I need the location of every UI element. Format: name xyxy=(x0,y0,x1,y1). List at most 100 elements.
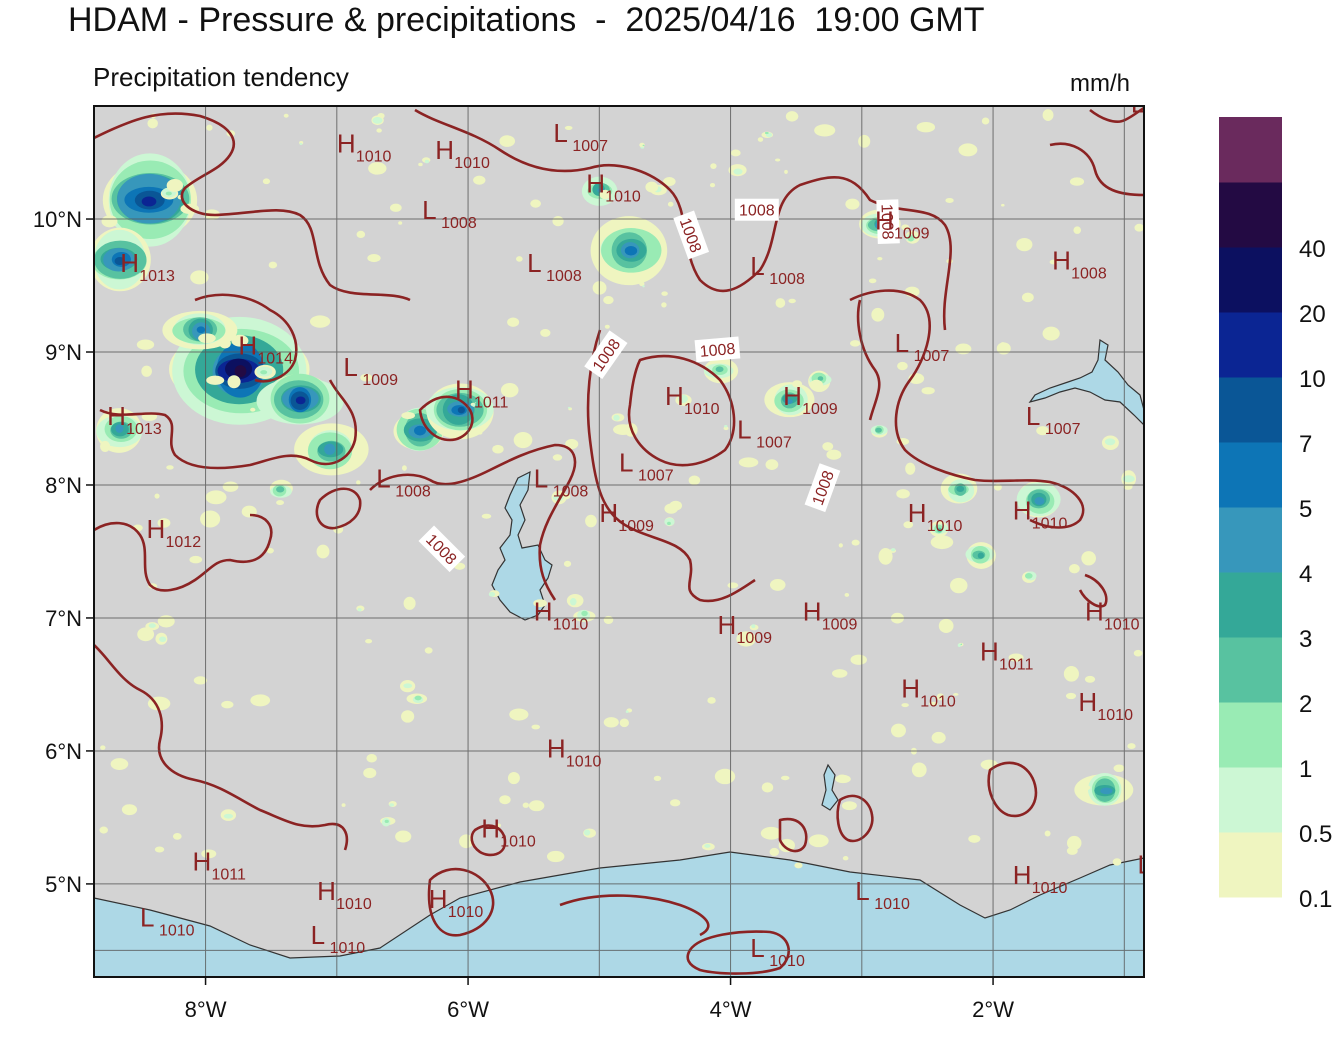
precip-cell xyxy=(1065,692,1077,700)
pressure-system-letter: L xyxy=(737,414,751,444)
pressure-system-letter: L xyxy=(553,118,567,148)
precip-cell xyxy=(540,328,551,337)
precip-cell xyxy=(363,767,377,779)
precip-cell xyxy=(603,296,614,305)
precip-cell xyxy=(1024,573,1033,579)
pressure-system-value: 1010 xyxy=(874,896,910,913)
pressure-system-value: 1010 xyxy=(1032,516,1068,533)
precip-cell xyxy=(653,775,662,782)
precip-cell xyxy=(1084,675,1096,683)
pressure-system-letter: L xyxy=(855,876,869,906)
precip-cell xyxy=(1016,237,1033,252)
precip-cell xyxy=(751,624,756,629)
precip-cell xyxy=(100,440,111,453)
precip-cell xyxy=(546,850,565,863)
pressure-system-letter: L xyxy=(376,464,390,494)
pressure-system-letter: H xyxy=(147,514,166,544)
precip-cell xyxy=(761,782,774,793)
precip-cell xyxy=(845,198,860,210)
precip-cell xyxy=(642,144,645,147)
precip-cell xyxy=(196,326,206,334)
precip-cell xyxy=(916,122,936,133)
pressure-system-letter: H xyxy=(481,813,500,843)
pressure-system-value: 1010 xyxy=(769,953,805,970)
lon-tick-label: 2°W xyxy=(972,997,1014,1022)
pressure-system-value: 1007 xyxy=(1045,421,1081,438)
precip-cell xyxy=(724,425,728,428)
precip-cell xyxy=(784,169,788,174)
isobar-label-text: 1008 xyxy=(739,203,775,220)
precip-cell xyxy=(764,131,769,135)
pressure-system-letter: H xyxy=(337,129,356,159)
precip-cell xyxy=(844,592,850,597)
precip-cell xyxy=(905,462,916,475)
precip-cell xyxy=(727,582,739,589)
precip-cell xyxy=(780,775,790,781)
lon-tick-label: 4°W xyxy=(710,997,752,1022)
precip-cell xyxy=(709,182,716,188)
colorbar-label: 10 xyxy=(1299,366,1326,393)
pressure-system-value: 1010 xyxy=(356,149,392,166)
pressure-system-letter: H xyxy=(1085,597,1104,627)
pressure-system-value: 1008 xyxy=(395,484,431,501)
precip-cell xyxy=(100,745,106,750)
pressure-system-letter: H xyxy=(586,168,605,198)
precip-cell xyxy=(530,199,541,208)
pressure-system-value: 1010 xyxy=(448,904,484,921)
precip-cell xyxy=(604,324,610,329)
precip-cell xyxy=(367,254,381,263)
pressure-system-value: 1007 xyxy=(756,434,792,451)
precip-cell xyxy=(276,500,285,506)
precip-cell xyxy=(136,339,155,350)
lat-tick-label: 8°N xyxy=(45,473,82,498)
precip-cell xyxy=(645,181,659,193)
precip-cell xyxy=(642,285,645,288)
precip-cell xyxy=(403,596,416,610)
isobar-label-text: 1008 xyxy=(699,341,736,361)
precip-cell xyxy=(172,832,182,840)
colorbar-label: 1 xyxy=(1299,756,1312,783)
precip-cell xyxy=(262,178,271,185)
pressure-system-value: 1010 xyxy=(1104,617,1140,634)
colorbar-label: 40 xyxy=(1299,236,1326,263)
precip-cell xyxy=(858,134,871,148)
precip-cell xyxy=(891,548,896,552)
precip-cell xyxy=(850,654,867,665)
precip-cell xyxy=(223,813,233,819)
precip-cell xyxy=(1080,784,1091,791)
precip-cell xyxy=(1069,177,1085,186)
precip-cell xyxy=(531,724,540,730)
precip-cell xyxy=(757,137,764,142)
pressure-system-letter: H xyxy=(317,876,336,906)
precip-cell xyxy=(403,683,413,689)
precip-cell xyxy=(878,548,893,565)
precip-cell xyxy=(808,834,829,848)
precip-cell xyxy=(206,375,225,385)
pressure-system-letter: H xyxy=(120,248,139,278)
precip-cell xyxy=(775,158,781,162)
precip-cell xyxy=(730,149,741,157)
precip-cell xyxy=(1001,203,1005,207)
precip-cell xyxy=(250,694,271,707)
precip-cell xyxy=(316,544,330,559)
colorbar-swatch xyxy=(1219,117,1282,183)
precip-cell xyxy=(1073,226,1082,234)
precip-cell xyxy=(365,639,373,644)
precip-cell xyxy=(389,803,394,807)
precip-cell xyxy=(640,146,645,149)
pressure-system-value: 1010 xyxy=(920,694,956,711)
precip-cell xyxy=(871,307,885,322)
colorbar-swatch xyxy=(1219,572,1282,638)
precip-cell xyxy=(896,489,910,499)
pressure-system-value: 1013 xyxy=(126,421,162,438)
precip-cell xyxy=(897,361,908,371)
precip-cell xyxy=(221,700,234,709)
pressure-system-letter: H xyxy=(238,331,257,361)
pressure-system-value: 1009 xyxy=(822,617,858,634)
precip-cell xyxy=(968,834,981,843)
precip-cell xyxy=(1044,830,1051,837)
pressure-system-value: 1009 xyxy=(736,630,772,647)
pressure-system-value: 1009 xyxy=(362,372,398,389)
pressure-system-letter: H xyxy=(429,884,448,914)
precip-cell xyxy=(509,708,529,721)
